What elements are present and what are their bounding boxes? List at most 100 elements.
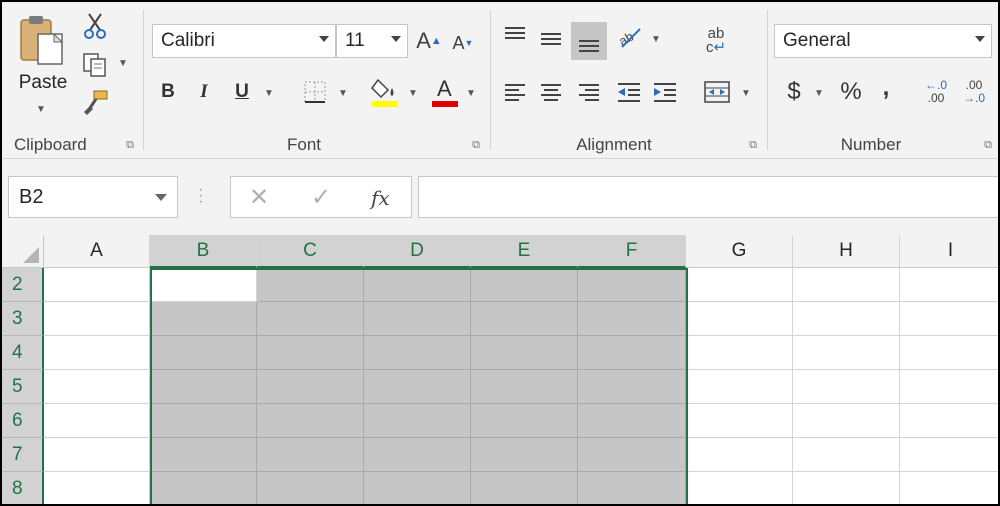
column-header-b[interactable]: B: [150, 235, 257, 268]
row-header-5[interactable]: 5: [2, 370, 44, 404]
cell-d5[interactable]: [364, 370, 471, 404]
cell-f4[interactable]: [578, 336, 686, 370]
cell-g2[interactable]: [686, 268, 793, 302]
cell-e4[interactable]: [471, 336, 578, 370]
bold-button[interactable]: B: [154, 78, 182, 106]
cell-d4[interactable]: [364, 336, 471, 370]
cell-d6[interactable]: [364, 404, 471, 438]
cell-h3[interactable]: [793, 302, 900, 336]
cell-f7[interactable]: [578, 438, 686, 472]
cell-c3[interactable]: [257, 302, 364, 336]
cell-i5[interactable]: [900, 370, 998, 404]
cell-i8[interactable]: [900, 472, 998, 504]
align-center-icon[interactable]: [537, 78, 565, 106]
cell-d7[interactable]: [364, 438, 471, 472]
column-header-c[interactable]: C: [257, 235, 364, 268]
cell-e3[interactable]: [471, 302, 578, 336]
cell-a3[interactable]: [44, 302, 150, 336]
cell-b8[interactable]: [150, 472, 257, 504]
cancel-icon[interactable]: ✕: [249, 183, 269, 212]
cell-a7[interactable]: [44, 438, 150, 472]
cell-d3[interactable]: [364, 302, 471, 336]
increase-indent-icon[interactable]: [651, 78, 679, 106]
cell-g5[interactable]: [686, 370, 793, 404]
wrap-text-icon[interactable]: ab c↵: [701, 22, 731, 60]
format-painter-icon[interactable]: [82, 88, 110, 116]
font-color-icon[interactable]: A: [430, 74, 460, 108]
insert-function-icon[interactable]: fx: [371, 186, 390, 210]
cell-i3[interactable]: [900, 302, 998, 336]
cell-e2[interactable]: [471, 268, 578, 302]
cell-h7[interactable]: [793, 438, 900, 472]
cell-c8[interactable]: [257, 472, 364, 504]
cell-g8[interactable]: [686, 472, 793, 504]
cell-i2[interactable]: [900, 268, 998, 302]
select-all-button[interactable]: [2, 235, 44, 268]
cell-b4[interactable]: [150, 336, 257, 370]
cell-e5[interactable]: [471, 370, 578, 404]
cell-g7[interactable]: [686, 438, 793, 472]
cell-f6[interactable]: [578, 404, 686, 438]
enter-icon[interactable]: ✓: [311, 183, 331, 212]
middle-align-icon[interactable]: [537, 24, 565, 52]
decrease-indent-icon[interactable]: [615, 78, 643, 106]
clipboard-launcher-icon[interactable]: ⧉: [124, 139, 136, 151]
orientation-icon[interactable]: ab: [615, 22, 645, 52]
number-format-select[interactable]: General: [774, 24, 992, 58]
alignment-launcher-icon[interactable]: ⧉: [747, 139, 759, 151]
currency-dropdown-icon[interactable]: ▼: [814, 88, 824, 99]
bottom-align-icon[interactable]: [571, 22, 607, 60]
cell-c2[interactable]: [257, 268, 364, 302]
column-header-i[interactable]: I: [900, 235, 998, 268]
decrease-decimal-icon[interactable]: .00 →.0: [958, 76, 990, 108]
cell-b2[interactable]: [150, 268, 257, 302]
column-header-f[interactable]: F: [578, 235, 686, 268]
cell-e6[interactable]: [471, 404, 578, 438]
cell-g3[interactable]: [686, 302, 793, 336]
cell-b6[interactable]: [150, 404, 257, 438]
cell-e7[interactable]: [471, 438, 578, 472]
column-header-g[interactable]: G: [686, 235, 793, 268]
currency-button[interactable]: $: [782, 76, 806, 108]
cell-f2[interactable]: [578, 268, 686, 302]
borders-dropdown-icon[interactable]: ▼: [338, 88, 348, 99]
font-name-select[interactable]: Calibri: [152, 24, 336, 58]
cell-d2[interactable]: [364, 268, 471, 302]
number-launcher-icon[interactable]: ⧉: [982, 139, 994, 151]
underline-dropdown-icon[interactable]: ▼: [264, 88, 274, 99]
cell-f8[interactable]: [578, 472, 686, 504]
row-header-7[interactable]: 7: [2, 438, 44, 472]
cell-d8[interactable]: [364, 472, 471, 504]
cell-i7[interactable]: [900, 438, 998, 472]
cell-a8[interactable]: [44, 472, 150, 504]
column-header-d[interactable]: D: [364, 235, 471, 268]
cell-h5[interactable]: [793, 370, 900, 404]
cell-b3[interactable]: [150, 302, 257, 336]
cell-f5[interactable]: [578, 370, 686, 404]
cut-icon[interactable]: [82, 12, 108, 40]
increase-decimal-icon[interactable]: ←.0.00: [920, 76, 952, 108]
merge-dropdown-icon[interactable]: ▼: [741, 88, 751, 99]
cell-a4[interactable]: [44, 336, 150, 370]
top-align-icon[interactable]: [501, 22, 529, 50]
row-header-4[interactable]: 4: [2, 336, 44, 370]
cell-b5[interactable]: [150, 370, 257, 404]
cell-a6[interactable]: [44, 404, 150, 438]
align-right-icon[interactable]: [575, 78, 603, 106]
row-header-3[interactable]: 3: [2, 302, 44, 336]
orientation-dropdown-icon[interactable]: ▼: [651, 34, 661, 45]
font-size-select[interactable]: 11: [336, 24, 408, 58]
cell-c5[interactable]: [257, 370, 364, 404]
cell-b7[interactable]: [150, 438, 257, 472]
font-launcher-icon[interactable]: ⧉: [470, 139, 482, 151]
copy-dropdown-icon[interactable]: ▼: [118, 58, 128, 69]
align-left-icon[interactable]: [501, 78, 529, 106]
cell-i6[interactable]: [900, 404, 998, 438]
column-header-a[interactable]: A: [44, 235, 150, 268]
fill-color-icon[interactable]: [370, 74, 400, 108]
cell-c4[interactable]: [257, 336, 364, 370]
more-handle-icon[interactable]: · · ·: [198, 182, 203, 210]
cell-g4[interactable]: [686, 336, 793, 370]
comma-style-button[interactable]: ,: [876, 72, 896, 104]
percent-button[interactable]: %: [836, 76, 866, 108]
